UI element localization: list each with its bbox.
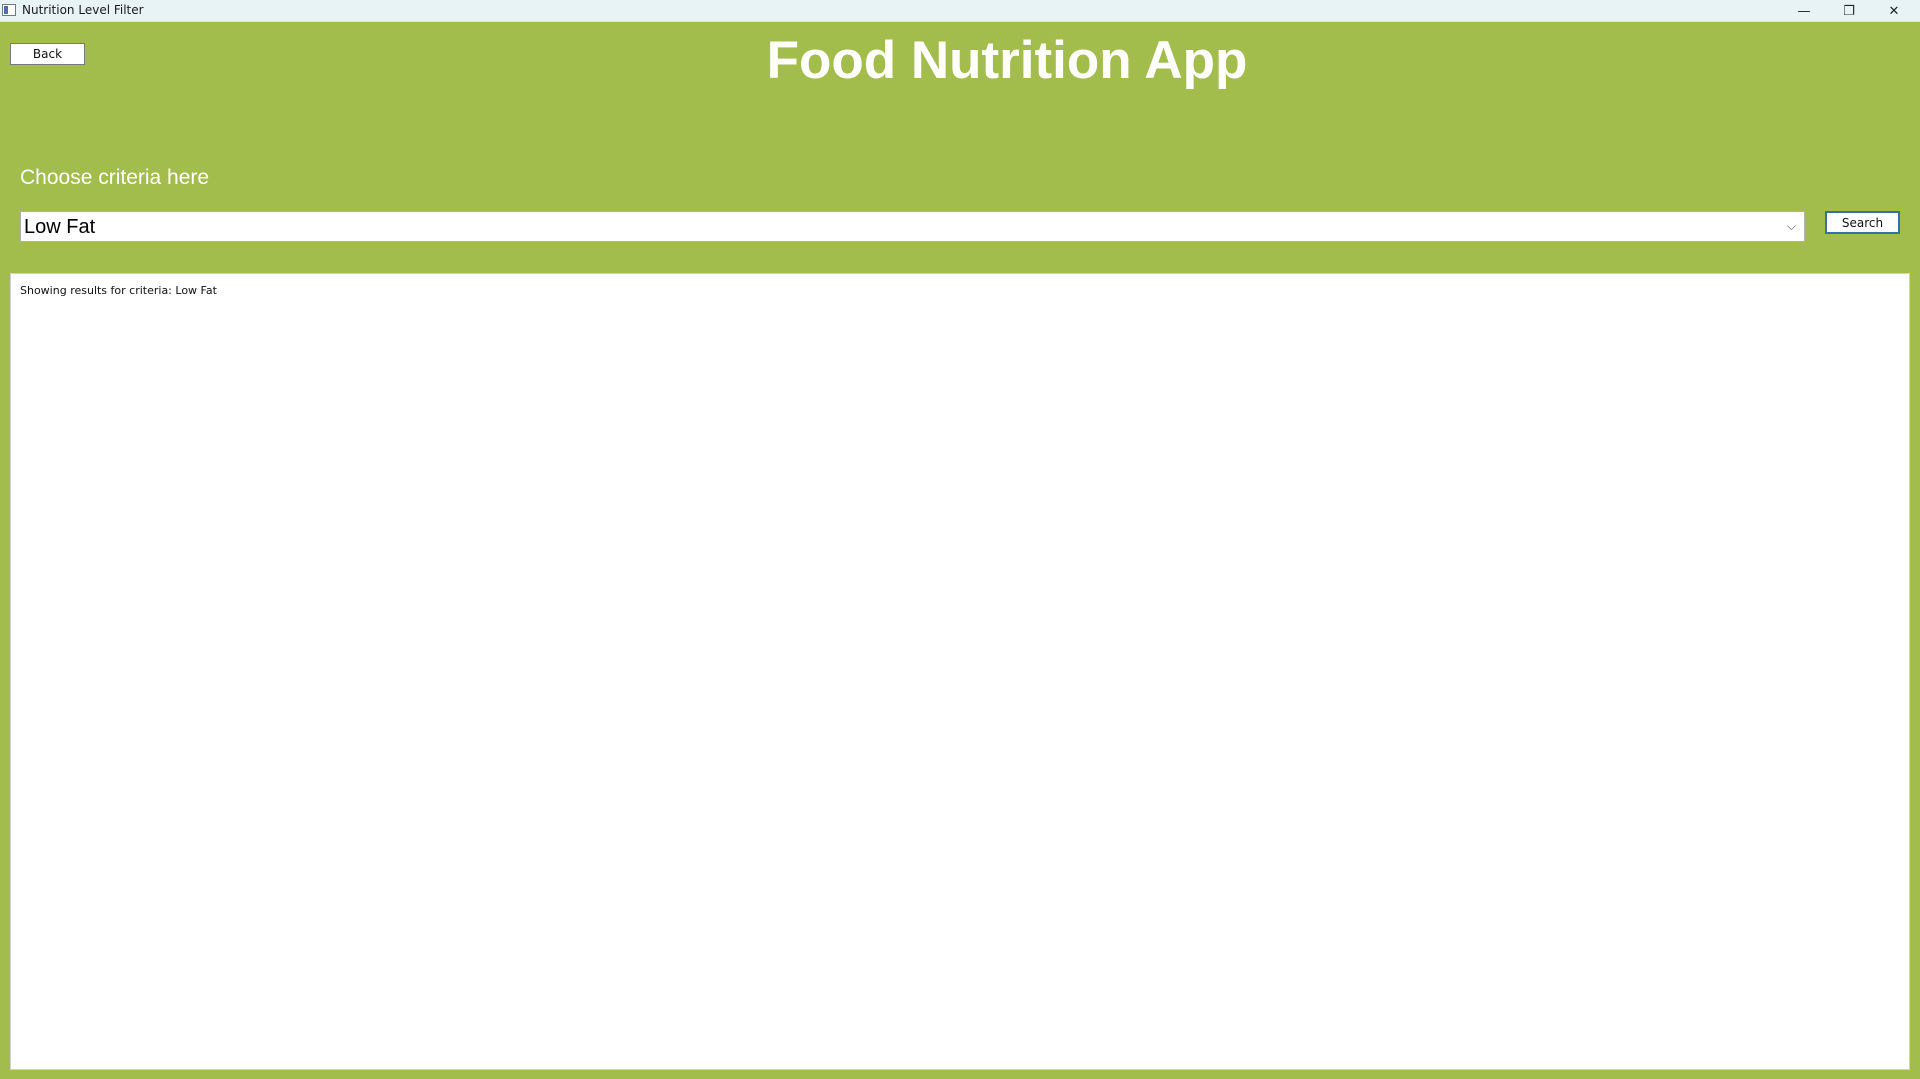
app-icon	[2, 4, 16, 16]
minimize-icon[interactable]: —	[1781, 0, 1827, 22]
page-title: Food Nutrition App	[766, 31, 1248, 90]
window-title: Nutrition Level Filter	[22, 3, 144, 17]
title-bar: Nutrition Level Filter — ❐ ✕	[0, 0, 1920, 22]
results-panel: Showing results for criteria: Low Fat	[10, 273, 1910, 1070]
criteria-select[interactable]: Low Fat ⌵	[20, 211, 1805, 242]
search-button[interactable]: Search	[1825, 211, 1900, 234]
close-icon[interactable]: ✕	[1871, 0, 1917, 22]
chevron-down-icon[interactable]: ⌵	[1787, 219, 1796, 234]
maximize-icon[interactable]: ❐	[1826, 0, 1872, 22]
criteria-label: Choose criteria here	[20, 166, 210, 189]
app-window: Nutrition Level Filter — ❐ ✕ Back Food N…	[0, 0, 1920, 1079]
results-status-text: Showing results for criteria: Low Fat	[20, 284, 217, 297]
criteria-selected-value: Low Fat	[24, 216, 96, 238]
